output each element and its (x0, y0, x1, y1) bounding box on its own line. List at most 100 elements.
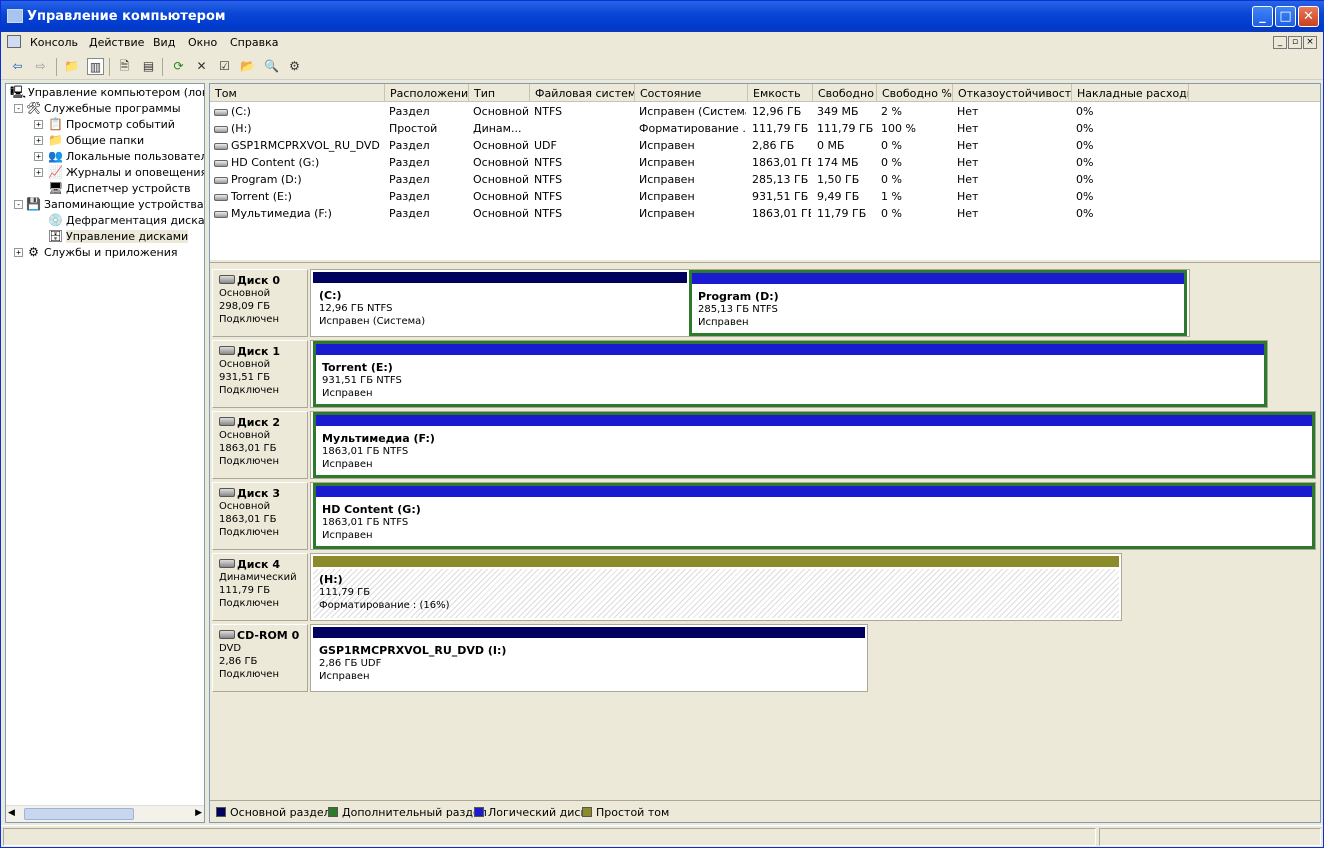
column-header[interactable]: Емкость (748, 84, 813, 102)
volume-row[interactable]: (C:) Раздел Основной NTFS Исправен (Система)… (210, 103, 1320, 120)
title-bar[interactable]: Управление компьютером _ □ ✕ (1, 1, 1324, 32)
volume-cell: Мультимедиа (F:) (214, 207, 383, 220)
volume-cell: 12,96 ГБ (752, 105, 802, 118)
search-icon[interactable]: 🔍 (263, 58, 280, 75)
tree-item[interactable]: - 🛠 Служебные программы (10, 101, 202, 117)
tree-item[interactable]: + 📈Журналы и оповещения пр (28, 165, 204, 181)
tree-root[interactable]: 🖳 Управление компьютером (локальным) (8, 85, 204, 101)
back-icon[interactable]: ⇦ (9, 58, 26, 75)
volume-cell: Основной (473, 139, 528, 152)
volume-cell: Нет (957, 122, 979, 135)
expand-icon[interactable]: + (34, 136, 43, 145)
collapse-icon[interactable]: - (14, 104, 23, 113)
volume-row[interactable]: (H:) Простой Динам... Форматирование ... 111… (210, 120, 1320, 137)
volume-row[interactable]: Program (D:) Раздел Основной NTFS Исправен 28… (210, 171, 1320, 188)
column-header[interactable]: Файловая система (530, 84, 635, 102)
expand-icon[interactable]: + (34, 168, 43, 177)
tree-item[interactable]: + ⚙ Службы и приложения (10, 245, 202, 261)
partition[interactable]: (H:) 111,79 ГБ Форматирование : (16%) (313, 556, 1119, 618)
menu-view[interactable]: Вид (153, 36, 175, 49)
expand-icon[interactable]: + (14, 248, 23, 257)
tree-node-icon: 👥 (48, 149, 63, 163)
tree-item[interactable]: 🖥 Диспетчер устройств (28, 181, 202, 197)
disk-label[interactable]: Диск 4 Динамический 111,79 ГБ Подключен (212, 553, 308, 621)
forward-icon[interactable]: ⇨ (32, 58, 49, 75)
volume-row[interactable]: Мультимедиа (F:) Раздел Основной NTFS Исправ… (210, 205, 1320, 222)
menu-action[interactable]: Действие (89, 36, 144, 49)
open-icon[interactable]: 📂 (239, 58, 256, 75)
console-icon[interactable] (7, 35, 21, 48)
scroll-left-icon[interactable]: ◀ (8, 808, 15, 818)
volume-name: Мультимедиа (F:) (231, 207, 332, 220)
tree-node-icon: 📈 (48, 165, 63, 179)
check-icon[interactable]: ☑ (216, 58, 233, 75)
partition-name: (H:) (319, 573, 343, 586)
column-header[interactable]: Свободно (813, 84, 877, 102)
tree-node-icon: 💿 (48, 213, 63, 227)
volume-row[interactable]: GSP1RMCPRXVOL_RU_DVD (I:) Раздел Основной U… (210, 137, 1320, 154)
window-title: Управление компьютером (27, 9, 226, 24)
expand-icon[interactable]: + (34, 120, 43, 129)
menu-console[interactable]: Консоль (30, 36, 78, 49)
volume-cell: 111,79 ГБ (817, 122, 874, 135)
column-header[interactable]: Отказоустойчивость (953, 84, 1072, 102)
mdi-minimize-button[interactable]: _ (1273, 36, 1287, 49)
scroll-right-icon[interactable]: ▶ (195, 808, 202, 818)
mdi-close-button[interactable]: × (1303, 36, 1317, 49)
menu-help[interactable]: Справка (230, 36, 278, 49)
disk-label[interactable]: Диск 2 Основной 1863,01 ГБ Подключен (212, 411, 308, 479)
column-header[interactable]: Свободно % (877, 84, 953, 102)
partition[interactable]: Мультимедиа (F:) 1863,01 ГБ NTFS Исправен (313, 412, 1315, 478)
tree-item-label: Запоминающие устройства (44, 198, 204, 211)
column-header[interactable]: Тип (469, 84, 530, 102)
volume-row[interactable]: Torrent (E:) Раздел Основной NTFS Исправен 93… (210, 188, 1320, 205)
column-header[interactable]: Состояние (635, 84, 748, 102)
tree-item[interactable]: + 📋 Просмотр событий (28, 117, 202, 133)
column-header[interactable]: Накладные расходы (1072, 84, 1189, 102)
help-icon[interactable]: ▤ (140, 58, 157, 75)
volume-row[interactable]: HD Content (G:) Раздел Основной NTFS Исправе… (210, 154, 1320, 171)
tree-item[interactable]: 💿 Дефрагментация диска (28, 213, 205, 229)
partition[interactable]: Torrent (E:) 931,51 ГБ NTFS Исправен (313, 341, 1267, 407)
tree-horizontal-scrollbar[interactable]: ◀ ▶ (6, 805, 204, 822)
disk-label[interactable]: CD-ROM 0 DVD 2,86 ГБ Подключен (212, 624, 308, 692)
disk-label[interactable]: Диск 0 Основной 298,09 ГБ Подключен (212, 269, 308, 337)
partition-body: HD Content (G:) 1863,01 ГБ NTFS Исправен (316, 499, 1312, 546)
up-folder-icon[interactable]: 📁 (63, 58, 80, 75)
volume-cell: 100 % (881, 122, 916, 135)
show-tree-icon[interactable]: ▥ (87, 58, 104, 75)
column-header[interactable]: Том (210, 84, 385, 102)
partition[interactable]: (C:) 12,96 ГБ NTFS Исправен (Система) (313, 272, 687, 334)
volume-cell: 174 МБ (817, 156, 859, 169)
volume-name: Program (D:) (231, 173, 302, 186)
refresh-icon[interactable]: ⟳ (170, 58, 187, 75)
disk-label[interactable]: Диск 1 Основной 931,51 ГБ Подключен (212, 340, 308, 408)
collapse-icon[interactable]: - (14, 200, 23, 209)
menu-window[interactable]: Окно (188, 36, 217, 49)
properties-icon[interactable]: 🗎 (116, 58, 133, 75)
volume-cell: 2,86 ГБ (752, 139, 795, 152)
settings-icon[interactable]: ⚙ (286, 58, 303, 75)
column-header[interactable]: Расположение (385, 84, 469, 102)
partition[interactable]: GSP1RMCPRXVOL_RU_DVD (I:) 2,86 ГБ UDF Испр… (313, 627, 865, 689)
disk-label[interactable]: Диск 3 Основной 1863,01 ГБ Подключен (212, 482, 308, 550)
maximize-button[interactable]: □ (1275, 6, 1296, 27)
volume-cell: Основной (473, 190, 528, 203)
tree-item-label: Дефрагментация диска (66, 214, 205, 227)
minimize-button[interactable]: _ (1252, 6, 1273, 27)
disk-type: Основной (219, 501, 271, 512)
scroll-thumb[interactable] (24, 808, 134, 820)
tree-item[interactable]: - 💾 Запоминающие устройства (10, 197, 204, 213)
partition[interactable]: Program (D:) 285,13 ГБ NTFS Исправен (689, 270, 1187, 336)
mdi-restore-button[interactable]: ▫ (1288, 36, 1302, 49)
partition-bar (316, 344, 1264, 355)
close-button[interactable]: ✕ (1298, 6, 1319, 27)
tree-item[interactable]: 🗄 Управление дисками (28, 229, 202, 245)
tree-item[interactable]: + 👥 Локальные пользователи (28, 149, 204, 165)
tree-item[interactable]: + 📁 Общие папки (28, 133, 202, 149)
delete-icon[interactable]: ✕ (193, 58, 210, 75)
disk-icon (219, 275, 235, 284)
tree-node-icon: ⚙ (28, 245, 39, 259)
partition[interactable]: HD Content (G:) 1863,01 ГБ NTFS Исправен (313, 483, 1315, 549)
expand-icon[interactable]: + (34, 152, 43, 161)
